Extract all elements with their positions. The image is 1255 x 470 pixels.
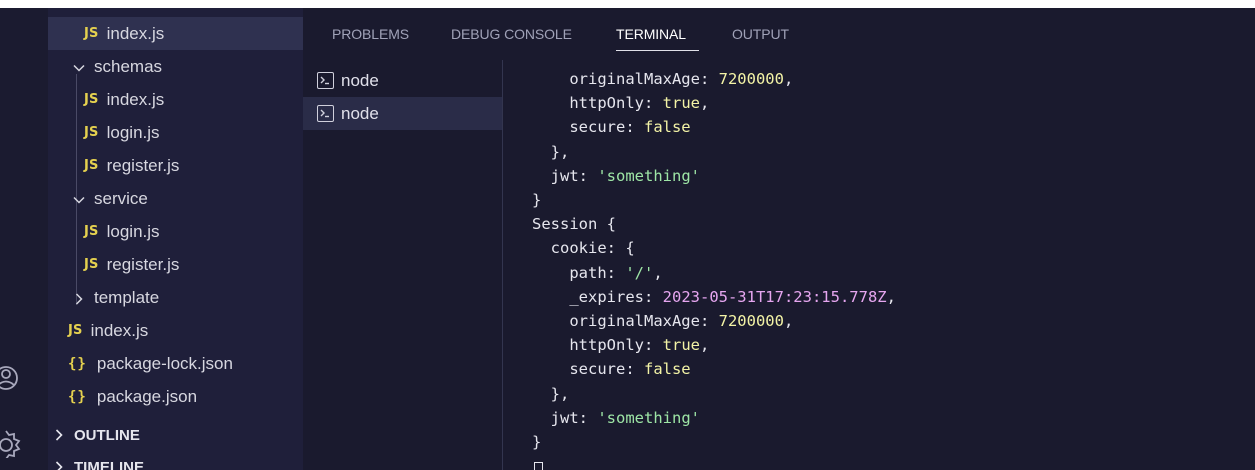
tree-file-index-js[interactable]: JS index.js	[48, 83, 303, 116]
js-file-icon: JS	[84, 257, 99, 272]
tab-terminal[interactable]: TERMINAL	[616, 26, 686, 42]
terminal-line: secure: false	[532, 360, 691, 379]
outline-label: OUTLINE	[74, 426, 140, 444]
terminal-line: Session {	[532, 215, 616, 234]
tree-file-package-lock-json[interactable]: {} package-lock.json	[48, 347, 303, 380]
outline-section-header[interactable]: OUTLINE	[48, 420, 303, 450]
timeline-label: TIMELINE	[74, 458, 144, 470]
explorer-sidebar: JS index.js schemas JS index.js JS login…	[48, 8, 303, 470]
tree-file-index-js[interactable]: JS index.js	[48, 17, 303, 50]
tree-folder-schemas[interactable]: schemas	[48, 50, 303, 83]
account-icon[interactable]	[0, 363, 24, 393]
terminal-line: secure: false	[532, 118, 691, 137]
tree-item-label: package-lock.json	[96, 353, 233, 373]
terminal-line: cookie: {	[532, 239, 635, 258]
terminal-list: node node	[303, 64, 502, 184]
vscode-window: JS index.js schemas JS index.js JS login…	[0, 8, 1255, 470]
terminal-line: httpOnly: true,	[532, 336, 710, 355]
terminal-label: node	[341, 103, 379, 123]
terminal-line: jwt: 'something'	[532, 408, 700, 427]
bottom-panel: PROBLEMS DEBUG CONSOLE TERMINAL OUTPUT n…	[303, 8, 1255, 470]
terminal-line: originalMaxAge: 7200000,	[532, 70, 794, 88]
chevron-right-icon	[52, 428, 66, 442]
tab-debug-console[interactable]: DEBUG CONSOLE	[451, 26, 572, 42]
js-file-icon: JS	[84, 158, 99, 173]
chevron-down-icon	[72, 192, 86, 206]
terminal-list-divider	[502, 60, 503, 470]
chevron-right-icon	[72, 291, 86, 305]
terminal-cursor	[534, 462, 543, 470]
terminal-line: },	[532, 142, 570, 161]
terminal-icon	[317, 72, 334, 89]
gear-icon[interactable]	[0, 428, 24, 458]
tree-item-label: service	[94, 188, 148, 208]
panel-tab-bar: PROBLEMS DEBUG CONSOLE TERMINAL OUTPUT	[303, 8, 1255, 56]
terminal-line: originalMaxAge: 7200000,	[532, 312, 794, 330]
json-file-icon: {}	[68, 355, 87, 372]
tree-item-label: template	[94, 287, 160, 307]
tree-file-login-js[interactable]: JS login.js	[48, 116, 303, 149]
tree-item-label: package.json	[96, 386, 198, 406]
terminal-line: },	[532, 384, 570, 403]
tree-item-label: index.js	[106, 89, 165, 109]
chevron-down-icon	[72, 60, 86, 74]
js-file-icon: JS	[84, 125, 99, 140]
terminal-line: _expires: 2023-05-31T17:23:15.778Z,	[532, 287, 896, 306]
terminal-item-node[interactable]: node	[303, 97, 502, 130]
tree-item-label: login.js	[106, 122, 160, 142]
tree-file-register-js[interactable]: JS register.js	[48, 248, 303, 281]
tree-folder-template[interactable]: template	[48, 281, 303, 314]
tree-item-label: schemas	[94, 56, 163, 76]
tree-item-label: register.js	[106, 254, 180, 274]
terminal-line: path: '/',	[532, 263, 663, 282]
chevron-right-icon	[52, 460, 66, 470]
terminal-item-node[interactable]: node	[303, 64, 502, 97]
tree-folder-service[interactable]: service	[48, 182, 303, 215]
terminal-line: }	[532, 433, 542, 451]
activity-bar	[0, 8, 48, 470]
terminal-label: node	[341, 70, 379, 90]
json-file-icon: {}	[68, 388, 87, 405]
tree-file-index-js[interactable]: JS index.js	[48, 314, 303, 347]
active-tab-indicator	[616, 50, 699, 51]
tree-file-login-js[interactable]: JS login.js	[48, 215, 303, 248]
js-file-icon: JS	[84, 26, 99, 41]
tree-item-label: login.js	[106, 221, 160, 241]
tree-item-label: register.js	[106, 155, 180, 175]
tab-problems[interactable]: PROBLEMS	[332, 26, 409, 42]
timeline-section-header[interactable]: TIMELINE	[48, 452, 303, 470]
tree-item-label: index.js	[90, 320, 149, 340]
terminal-line: }	[532, 191, 542, 209]
tree-item-label: index.js	[106, 23, 165, 43]
js-file-icon: JS	[68, 323, 83, 338]
tree-file-package-json[interactable]: {} package.json	[48, 380, 303, 413]
terminal-line: httpOnly: true,	[532, 94, 710, 113]
terminal-line: jwt: 'something'	[532, 166, 700, 185]
terminal-output[interactable]: originalMaxAge: 7200000, httpOnly: true,…	[532, 70, 1252, 470]
terminal-icon	[317, 105, 334, 122]
tree-file-register-js[interactable]: JS register.js	[48, 149, 303, 182]
tab-output[interactable]: OUTPUT	[732, 26, 789, 42]
js-file-icon: JS	[84, 92, 99, 107]
js-file-icon: JS	[84, 224, 99, 239]
